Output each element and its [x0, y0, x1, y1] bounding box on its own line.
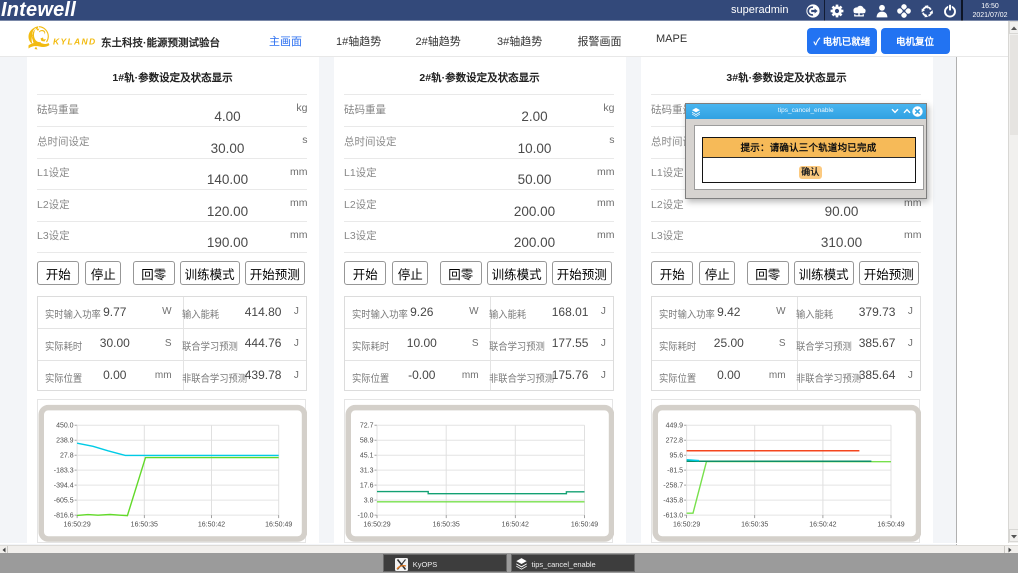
svg-text:16:50:42: 16:50:42	[198, 522, 225, 529]
svg-text:-81.5: -81.5	[667, 467, 683, 474]
svg-text:16:50:49: 16:50:49	[571, 522, 598, 529]
svg-text:45.1: 45.1	[360, 453, 374, 460]
svg-text:-613.0: -613.0	[663, 512, 683, 519]
svg-text:-258.7: -258.7	[663, 482, 683, 489]
svg-text:16:50:42: 16:50:42	[809, 522, 836, 529]
svg-text:17.6: 17.6	[360, 482, 374, 489]
svg-text:238.9: 238.9	[56, 438, 74, 445]
svg-text:KYLAND: KYLAND	[53, 37, 97, 47]
svg-text:72.7: 72.7	[360, 423, 374, 430]
svg-text:-605.5: -605.5	[54, 497, 74, 504]
svg-text:16:50:49: 16:50:49	[265, 522, 292, 529]
svg-text:16:50:29: 16:50:29	[363, 522, 390, 529]
svg-text:449.9: 449.9	[666, 423, 684, 430]
svg-text:16:50:35: 16:50:35	[741, 522, 768, 529]
svg-text:-394.4: -394.4	[54, 482, 74, 489]
svg-text:16:50:49: 16:50:49	[877, 522, 904, 529]
svg-text:16:50:29: 16:50:29	[63, 522, 90, 529]
svg-text:95.6: 95.6	[669, 453, 683, 460]
svg-text:27.8: 27.8	[60, 453, 74, 460]
svg-text:58.9: 58.9	[360, 438, 374, 445]
svg-text:31.3: 31.3	[360, 467, 374, 474]
svg-text:-183.3: -183.3	[54, 467, 74, 474]
svg-text:16:50:35: 16:50:35	[433, 522, 460, 529]
svg-text:16:50:35: 16:50:35	[131, 522, 158, 529]
svg-text:-435.8: -435.8	[663, 497, 683, 504]
svg-text:-10.0: -10.0	[358, 512, 374, 519]
svg-text:16:50:42: 16:50:42	[502, 522, 529, 529]
svg-text:16:50:29: 16:50:29	[673, 522, 700, 529]
svg-text:-816.6: -816.6	[54, 512, 74, 519]
svg-text:450.0: 450.0	[56, 423, 74, 430]
svg-text:3.8: 3.8	[364, 497, 374, 504]
svg-text:272.8: 272.8	[666, 438, 684, 445]
